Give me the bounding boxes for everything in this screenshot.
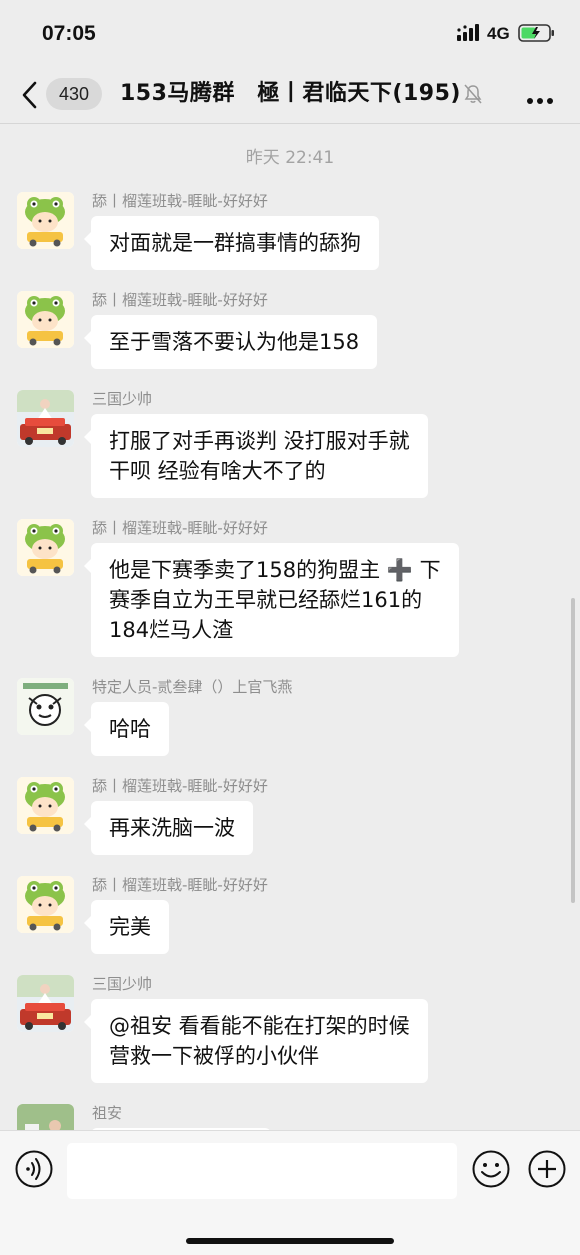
sender-name: 舔丨榴莲班戟-睚眦-好好好 — [92, 876, 268, 894]
mute-icon — [462, 83, 484, 109]
sender-name: 三国少帅 — [92, 975, 153, 993]
frog-avatar[interactable] — [17, 777, 74, 834]
message-list[interactable]: 昨天 22:41 舔丨榴莲班戟-睚眦-好好好 对面就是一群搞事情的舔狗 舔丨榴莲… — [0, 125, 580, 1130]
frog-avatar[interactable] — [17, 192, 74, 249]
scrollbar[interactable] — [571, 598, 575, 903]
sender-name: 舔丨榴莲班戟-睚眦-好好好 — [92, 192, 268, 210]
sender-name: 祖安 — [92, 1104, 123, 1122]
message-timestamp: 昨天 22:41 — [245, 148, 335, 168]
status-bar: 07:05 4G — [0, 0, 580, 68]
signal-icon — [456, 24, 482, 46]
message-bubble[interactable]: 哈哈 — [84, 702, 169, 756]
back-icon[interactable] — [18, 80, 42, 110]
wedding-car-avatar[interactable] — [17, 390, 74, 447]
sticker-avatar[interactable] — [17, 678, 74, 735]
sender-name: 舔丨榴莲班戟-睚眦-好好好 — [92, 519, 268, 537]
nav-bar: 430 153马腾群 極丨君临天下(195) — [0, 68, 580, 124]
unread-count-badge[interactable]: 430 — [46, 78, 102, 110]
home-indicator[interactable] — [186, 1238, 394, 1244]
frog-avatar[interactable] — [17, 519, 74, 576]
frog-avatar[interactable] — [17, 291, 74, 348]
voice-icon[interactable] — [14, 1149, 54, 1193]
message-bubble[interactable]: 对面就是一群搞事情的舔狗 — [84, 216, 379, 270]
message-bubble[interactable]: @祖安 看看能不能在打架的时候 营救一下被俘的小伙伴 — [84, 999, 428, 1083]
emoji-icon[interactable] — [471, 1149, 511, 1193]
network-label: 4G — [487, 24, 510, 43]
sender-name: 舔丨榴莲班戟-睚眦-好好好 — [92, 291, 268, 309]
sender-name: 舔丨榴莲班戟-睚眦-好好好 — [92, 777, 268, 795]
sender-name: 三国少帅 — [92, 390, 153, 408]
frog-avatar[interactable] — [17, 876, 74, 933]
chat-title: 153马腾群 極丨君临天下(195) — [120, 81, 461, 106]
message-bubble[interactable]: 打服了对手再谈判 没打服对手就 干呗 经验有啥大不了的 — [84, 414, 428, 498]
battery-charging-icon — [518, 23, 556, 47]
plus-icon[interactable] — [527, 1149, 567, 1193]
more-icon[interactable] — [526, 90, 554, 109]
message-bubble[interactable]: 再来洗脑一波 — [84, 801, 253, 855]
message-bubble[interactable]: 完美 — [84, 900, 169, 954]
sender-name: 特定人员-贰叁肆（）上官飞燕 — [92, 678, 293, 696]
status-time: 07:05 — [42, 22, 96, 45]
message-input[interactable] — [67, 1143, 457, 1199]
message-bubble[interactable]: 他是下赛季卖了158的狗盟主 ➕ 下 赛季自立为王早就已经舔烂161的 184烂… — [84, 543, 459, 657]
photo-avatar[interactable] — [17, 1104, 74, 1130]
message-bubble[interactable]: 至于雪落不要认为他是158 — [83, 315, 378, 369]
wedding-car-avatar[interactable] — [17, 975, 74, 1032]
input-bar — [0, 1130, 580, 1255]
